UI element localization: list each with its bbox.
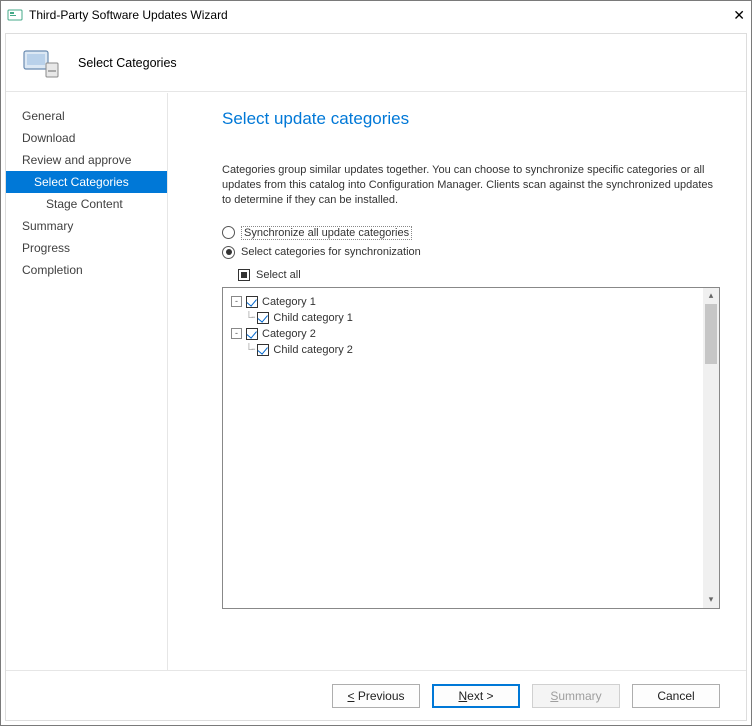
tree-node[interactable]: └╴ Child category 1 <box>231 310 699 326</box>
window-title: Third-Party Software Updates Wizard <box>29 8 705 22</box>
footer: < Previous Next > Summary Cancel <box>6 670 746 720</box>
tree-node-label: Child category 2 <box>273 344 353 356</box>
next-button[interactable]: Next > <box>432 684 520 708</box>
inner-border: Select Categories General Download Revie… <box>5 33 747 721</box>
sidebar-item-download[interactable]: Download <box>6 127 167 149</box>
sidebar-item-progress[interactable]: Progress <box>6 237 167 259</box>
radio-select-categories[interactable]: Select categories for synchronization <box>222 246 720 259</box>
tree-node-label: Category 1 <box>262 296 316 308</box>
sidebar: General Download Review and approve Sele… <box>6 93 168 670</box>
radio-select-categories-label: Select categories for synchronization <box>241 246 421 258</box>
scrollbar[interactable]: ▴ ▾ <box>703 288 719 608</box>
tristate-checkbox-icon <box>238 269 250 281</box>
radio-icon <box>222 226 235 239</box>
checkbox-icon[interactable] <box>257 344 269 356</box>
sidebar-item-general[interactable]: General <box>6 105 167 127</box>
checkbox-icon[interactable] <box>246 328 258 340</box>
scrollbar-track[interactable] <box>703 304 719 592</box>
expand-icon[interactable]: - <box>231 296 242 307</box>
select-all-label: Select all <box>256 269 301 281</box>
page-heading: Select update categories <box>222 109 720 129</box>
banner-title: Select Categories <box>78 56 177 70</box>
cancel-button[interactable]: Cancel <box>632 684 720 708</box>
scrollbar-thumb[interactable] <box>705 304 717 364</box>
description-text: Categories group similar updates togethe… <box>222 163 720 208</box>
select-all-checkbox[interactable]: Select all <box>238 269 720 281</box>
sidebar-item-review-and-approve[interactable]: Review and approve <box>6 149 167 171</box>
sidebar-item-completion[interactable]: Completion <box>6 259 167 281</box>
category-tree: - Category 1 └╴ Child category 1 - <box>222 287 720 609</box>
app-icon <box>7 7 23 23</box>
tree-node-label: Category 2 <box>262 328 316 340</box>
radio-sync-all[interactable]: Synchronize all update categories <box>222 226 720 240</box>
banner: Select Categories <box>6 34 746 92</box>
scroll-down-icon[interactable]: ▾ <box>703 592 719 608</box>
expand-icon[interactable]: - <box>231 328 242 339</box>
wizard-window: Third-Party Software Updates Wizard ✕ Se… <box>0 0 752 726</box>
titlebar: Third-Party Software Updates Wizard ✕ <box>1 1 751 29</box>
sidebar-item-select-categories[interactable]: Select Categories <box>6 171 167 193</box>
summary-button[interactable]: Summary <box>532 684 620 708</box>
banner-icon <box>20 41 64 85</box>
sidebar-item-summary[interactable]: Summary <box>6 215 167 237</box>
sidebar-item-stage-content[interactable]: Stage Content <box>6 193 167 215</box>
tree-node-label: Child category 1 <box>273 312 353 324</box>
content-panel: Select update categories Categories grou… <box>168 93 746 670</box>
scroll-up-icon[interactable]: ▴ <box>703 288 719 304</box>
tree-connector: └╴ <box>245 343 257 356</box>
radio-sync-all-label: Synchronize all update categories <box>241 226 412 240</box>
tree-node[interactable]: - Category 1 <box>231 294 699 310</box>
close-icon[interactable]: ✕ <box>705 7 745 24</box>
checkbox-icon[interactable] <box>246 296 258 308</box>
tree-node[interactable]: - Category 2 <box>231 326 699 342</box>
radio-icon <box>222 246 235 259</box>
previous-button[interactable]: < Previous <box>332 684 420 708</box>
tree-connector: └╴ <box>245 311 257 324</box>
body: General Download Review and approve Sele… <box>6 92 746 670</box>
tree-node[interactable]: └╴ Child category 2 <box>231 342 699 358</box>
checkbox-icon[interactable] <box>257 312 269 324</box>
category-tree-viewport[interactable]: - Category 1 └╴ Child category 1 - <box>223 288 703 608</box>
